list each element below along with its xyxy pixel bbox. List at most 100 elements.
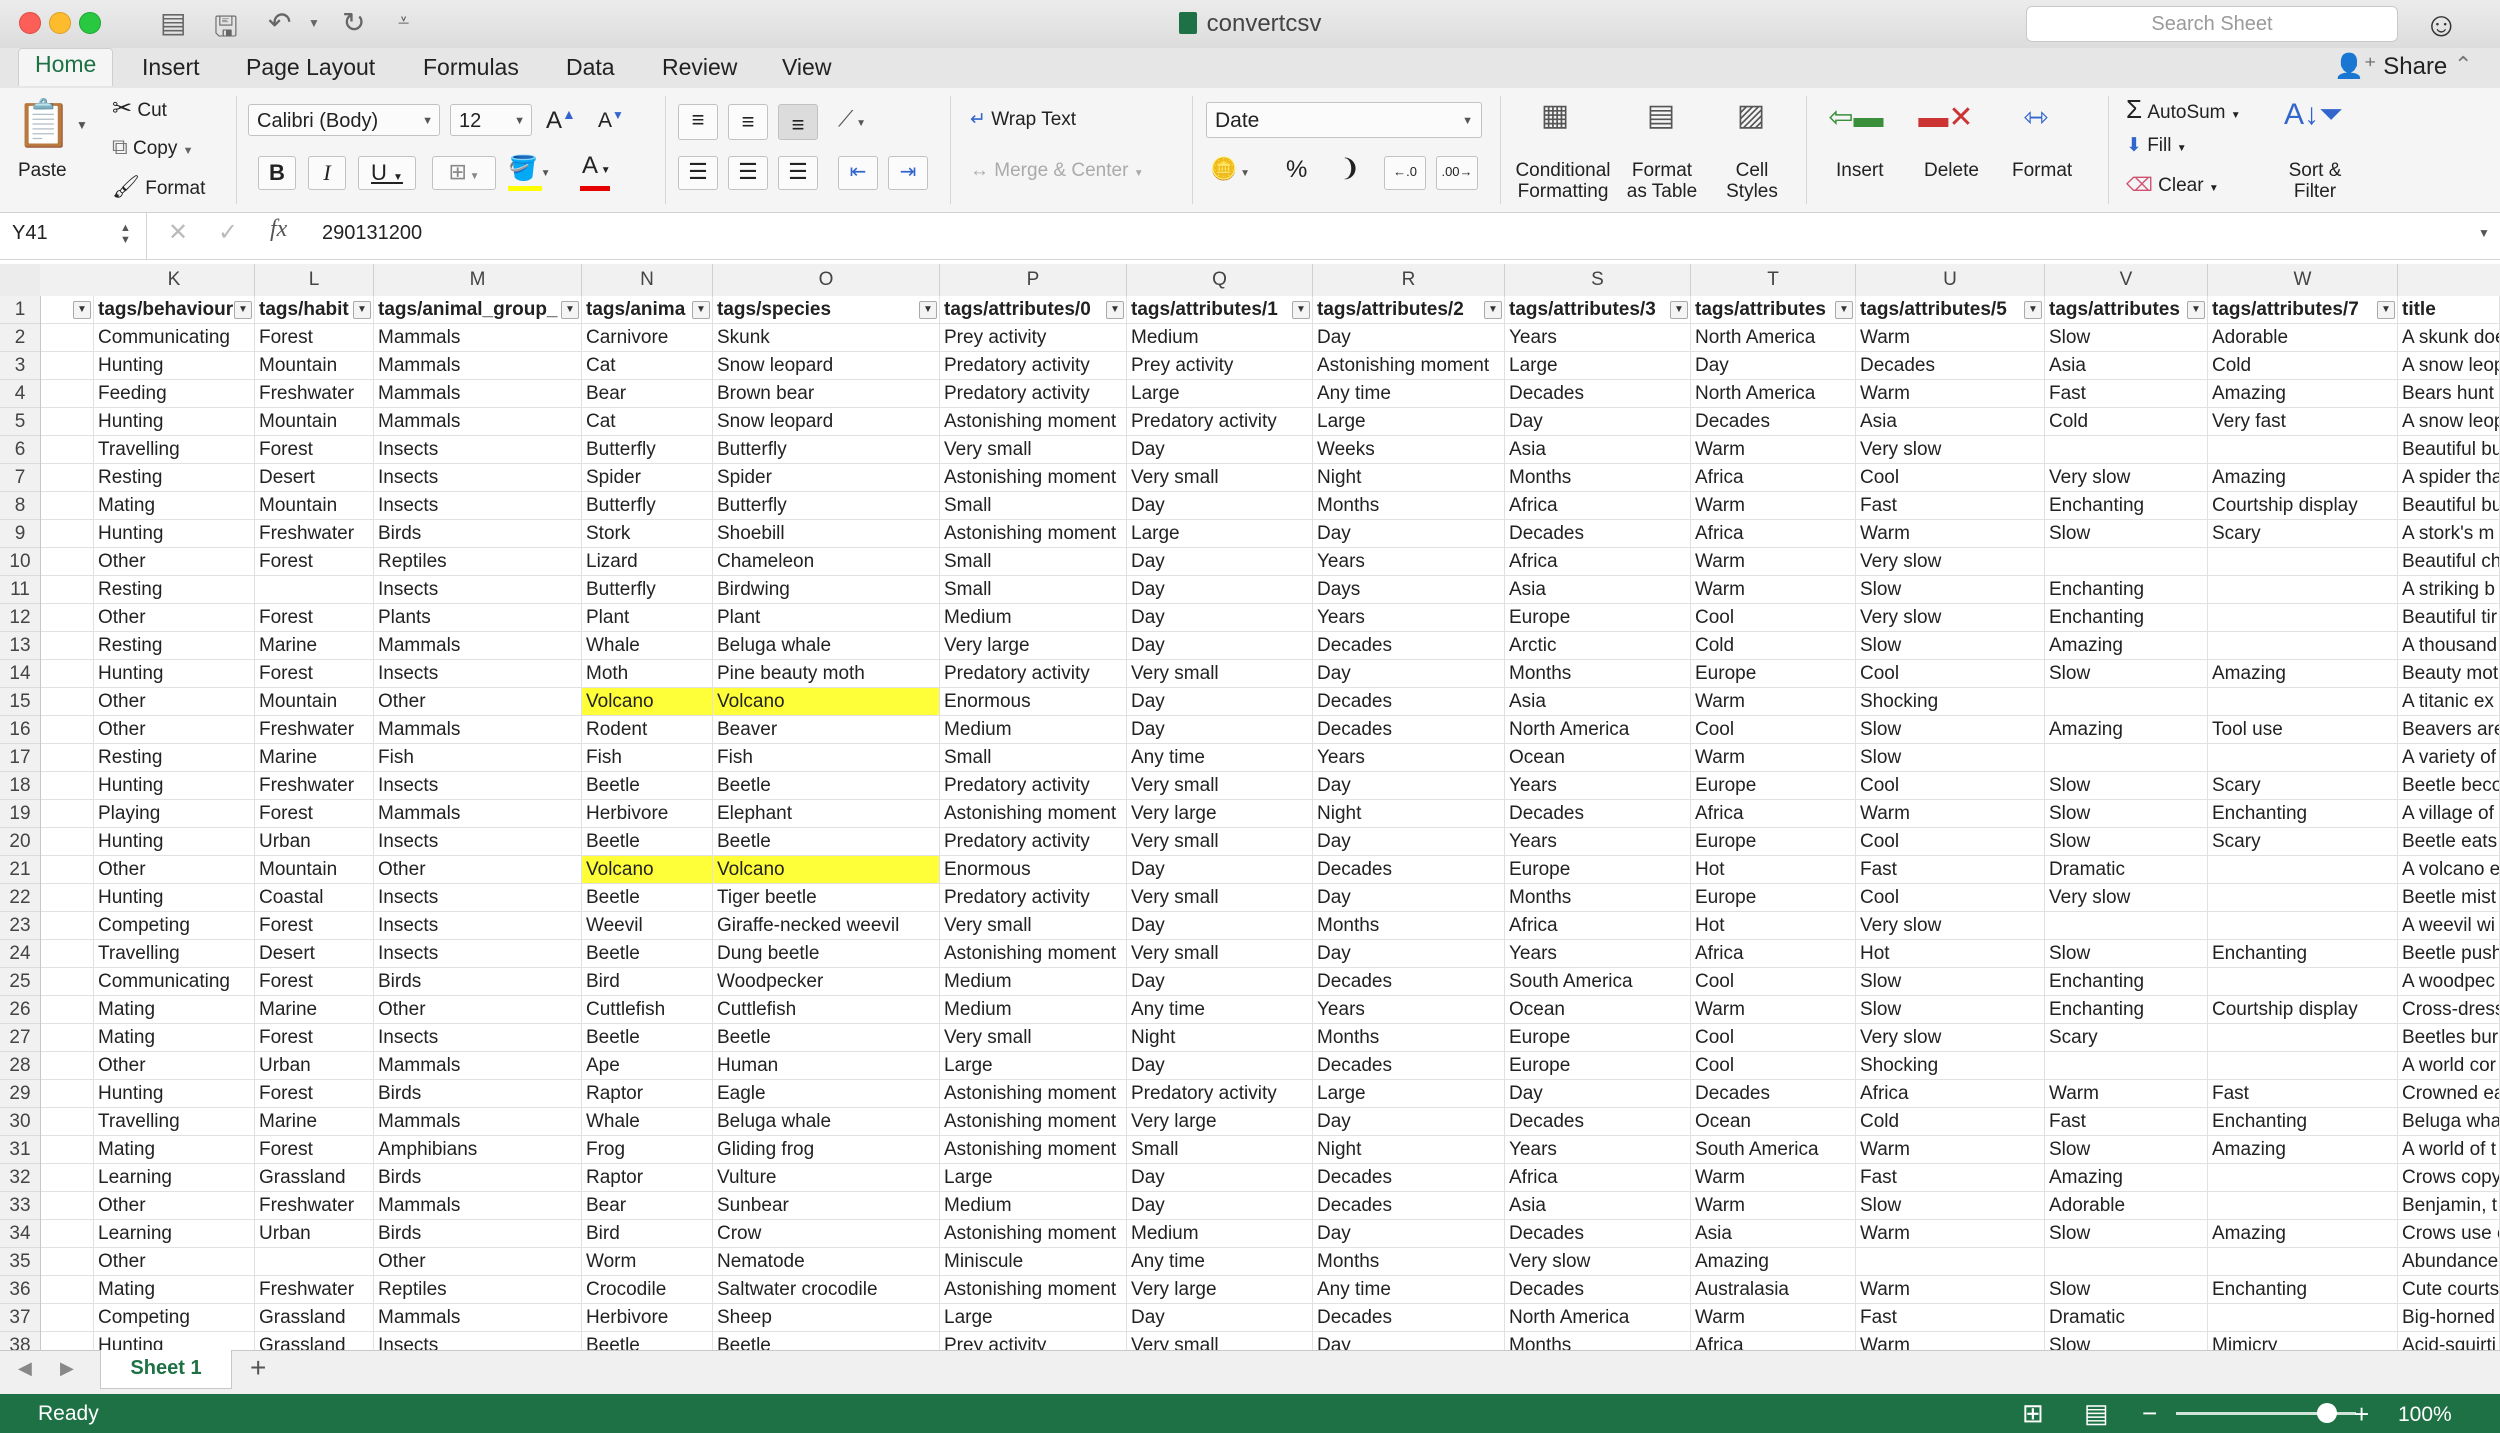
header-cell[interactable]: tags/attributes ▼ [1691,296,1856,324]
table-cell[interactable]: Cold [1856,1108,2045,1136]
table-cell[interactable]: Africa [1505,1164,1691,1192]
table-cell[interactable]: Africa [1505,492,1691,520]
table-cell[interactable]: Learning [94,1164,255,1192]
table-cell[interactable]: Mating [94,1136,255,1164]
table-cell[interactable]: Fast [1856,1164,2045,1192]
table-cell[interactable]: Decades [1313,688,1505,716]
table-cell[interactable]: Sunbear [713,1192,940,1220]
row-header[interactable]: 1 [0,296,40,324]
format-painter-button[interactable]: 🖌 Format [112,174,205,200]
table-cell[interactable]: Small [940,548,1127,576]
column-header-p[interactable]: P [940,264,1127,296]
table-cell[interactable]: Decades [1691,408,1856,436]
row-header[interactable]: 30 [0,1108,40,1136]
table-cell[interactable]: Europe [1691,772,1856,800]
table-cell[interactable]: Beautiful bu [2398,492,2500,520]
table-cell[interactable]: Slow [1856,996,2045,1024]
table-cell[interactable]: A woodpec [2398,968,2500,996]
table-cell[interactable]: Amazing [2208,380,2398,408]
row-header[interactable]: 32 [0,1164,40,1192]
table-cell[interactable] [40,492,94,520]
table-cell[interactable]: Birds [374,1164,582,1192]
table-cell[interactable]: Very slow [1856,604,2045,632]
table-cell[interactable] [40,324,94,352]
table-cell[interactable] [2208,548,2398,576]
table-cell[interactable]: Years [1505,1136,1691,1164]
insert-cells-button[interactable]: Insert [1836,160,1884,182]
table-cell[interactable]: Volcano [713,688,940,716]
table-cell[interactable]: North America [1505,1304,1691,1332]
table-cell[interactable]: Very slow [1856,436,2045,464]
table-cell[interactable]: Hunting [94,1080,255,1108]
align-center-button[interactable]: ☰ [728,156,768,190]
table-cell[interactable]: Volcano [713,856,940,884]
table-cell[interactable]: Very slow [1856,1024,2045,1052]
table-cell[interactable]: Cuttlefish [713,996,940,1024]
table-cell[interactable]: Scary [2208,828,2398,856]
table-cell[interactable]: Years [1313,604,1505,632]
table-cell[interactable]: Bird [582,968,713,996]
table-cell[interactable]: Decades [1313,1052,1505,1080]
table-cell[interactable]: Africa [1691,464,1856,492]
table-cell[interactable]: A world cor [2398,1052,2500,1080]
table-cell[interactable]: North America [1691,380,1856,408]
table-cell[interactable]: Decades [1313,716,1505,744]
table-cell[interactable]: Insects [374,436,582,464]
table-cell[interactable]: Cute courts [2398,1276,2500,1304]
table-cell[interactable]: Forest [255,968,374,996]
insert-cells-icon[interactable]: ⇦▬ [1826,100,1886,135]
share-button[interactable]: 👤⁺ Share [2334,52,2447,81]
cut-button[interactable]: ✂ Cut [112,94,167,123]
table-cell[interactable]: Day [1313,940,1505,968]
increase-indent-button[interactable]: ⇥ [888,156,928,190]
table-cell[interactable]: Saltwater crocodile [713,1276,940,1304]
normal-view-icon[interactable]: ⊞ [2022,1398,2044,1429]
table-cell[interactable]: Astonishing moment [940,520,1127,548]
table-cell[interactable]: Whale [582,1108,713,1136]
table-cell[interactable] [40,856,94,884]
table-cell[interactable]: Courtship display [2208,492,2398,520]
table-cell[interactable]: Grassland [255,1304,374,1332]
header-cell[interactable]: tags/attributes/1 ▼ [1127,296,1313,324]
table-cell[interactable]: Africa [1505,548,1691,576]
table-cell[interactable]: Europe [1505,856,1691,884]
table-cell[interactable]: Reptiles [374,548,582,576]
table-cell[interactable]: Butterfly [713,436,940,464]
filter-dropdown-icon[interactable]: ▼ [73,301,91,319]
font-name-select[interactable]: Calibri (Body) ▼ [248,104,440,136]
format-as-table-button[interactable]: Format as Table [1622,160,1702,202]
table-cell[interactable]: Communicating [94,324,255,352]
table-cell[interactable]: Giraffe-necked weevil [713,912,940,940]
table-cell[interactable]: Mammals [374,1304,582,1332]
table-cell[interactable]: Europe [1691,884,1856,912]
table-cell[interactable]: Beetle push [2398,940,2500,968]
table-cell[interactable]: Very fast [2208,408,2398,436]
next-sheet-icon[interactable]: ▶ [60,1358,74,1379]
table-cell[interactable]: North America [1691,324,1856,352]
table-cell[interactable]: Fast [1856,856,2045,884]
table-cell[interactable]: Shocking [1856,688,2045,716]
table-cell[interactable]: Any time [1127,1248,1313,1276]
table-cell[interactable]: Cool [1691,604,1856,632]
table-cell[interactable] [2208,1024,2398,1052]
table-cell[interactable]: Gliding frog [713,1136,940,1164]
table-cell[interactable]: Large [1313,1080,1505,1108]
table-cell[interactable]: Insects [374,912,582,940]
table-cell[interactable]: Decades [1313,1164,1505,1192]
cell-styles-button[interactable]: Cell Styles [1720,160,1784,202]
table-cell[interactable]: Forest [255,436,374,464]
table-cell[interactable]: Birds [374,968,582,996]
table-cell[interactable] [40,408,94,436]
filter-dropdown-icon[interactable]: ▼ [1484,301,1502,319]
table-cell[interactable]: Amazing [1691,1248,1856,1276]
table-cell[interactable]: Marine [255,744,374,772]
table-cell[interactable] [40,1080,94,1108]
table-cell[interactable]: Hot [1691,856,1856,884]
italic-button[interactable]: I [308,156,346,190]
table-cell[interactable]: Africa [1505,912,1691,940]
table-cell[interactable]: Birds [374,520,582,548]
table-cell[interactable]: Slow [2045,1136,2208,1164]
table-cell[interactable]: Hunting [94,408,255,436]
decrease-font-size-icon[interactable]: A▼ [598,108,624,133]
row-header[interactable]: 10 [0,548,40,576]
